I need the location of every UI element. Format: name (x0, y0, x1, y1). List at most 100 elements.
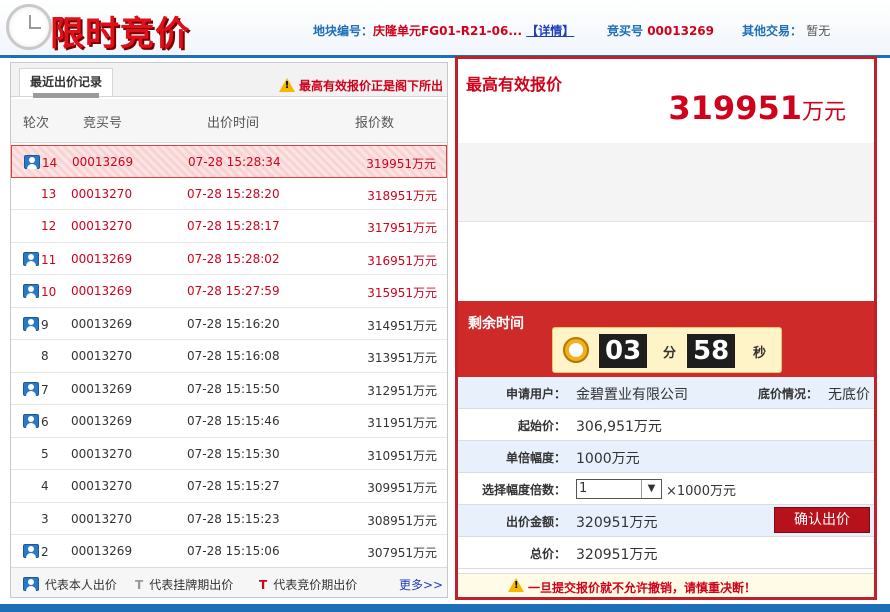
round-cell: 11 (23, 251, 56, 267)
submit-warning: ! 一旦提交报价就不允许撤销，请慎重决断！ (458, 573, 874, 597)
table-row[interactable]: 3 00013270 07-28 15:15:23 308951万元 (11, 503, 447, 535)
tab-bar: 最近出价记录 ! 最高有效报价正是阁下所出 (11, 63, 447, 98)
start-price-value: 306,951万元 (576, 419, 662, 435)
applicant-row: 申请用户： 金碧置业有限公司 底价情况： 无底价 (458, 377, 874, 409)
amount-row: 出价金额： 320951万元 确认出价 (458, 505, 874, 537)
bidder-cell: 00013270 (71, 186, 133, 201)
price-cell: 310951万元 (367, 448, 437, 463)
round-cell: 13 (41, 186, 57, 201)
chevron-down-icon[interactable]: ▼ (641, 480, 661, 498)
price-cell: 313951万元 (367, 351, 437, 365)
bid-table-body: 14 00013269 07-28 15:28:34 319951万元 13 0… (11, 145, 447, 568)
table-row[interactable]: 14 00013269 07-28 15:28:34 319951万元 (11, 145, 447, 178)
col-time: 出价时间 (207, 116, 260, 131)
bidder-cell: 00013269 (71, 544, 133, 558)
blank-area (458, 143, 874, 221)
start-price-label: 起始价： (517, 419, 566, 433)
table-row[interactable]: 4 00013270 07-28 15:15:27 309951万元 (11, 470, 447, 503)
price-cell: 311951万元 (367, 416, 437, 430)
bidder-cell: 00013269 (71, 316, 133, 331)
time-cell: 07-28 15:27:59 (187, 284, 280, 298)
col-round: 轮次 (23, 116, 50, 131)
round-cell: 6 (23, 414, 49, 429)
round-cell: 4 (41, 479, 49, 493)
total-label: 总价： (529, 547, 566, 561)
price-cell: 319951万元 (366, 157, 436, 171)
table-row[interactable]: 6 00013269 07-28 15:15:46 311951万元 (11, 405, 447, 438)
table-row[interactable]: 8 00013270 07-28 15:16:08 313951万元 (11, 340, 447, 373)
bidder-cell: 00013270 (71, 219, 133, 233)
highest-bid-label: 最高有效报价 (466, 75, 563, 94)
table-row[interactable]: 5 00013270 07-28 15:15:30 310951万元 (11, 438, 447, 470)
table-row[interactable]: 12 00013270 07-28 15:28:17 317951万元 (11, 210, 447, 243)
remaining-time-label: 剩余时间 (468, 316, 524, 332)
minutes-display: 03 (599, 334, 648, 368)
time-cell: 07-28 15:28:17 (187, 219, 280, 233)
highest-bid-value: 319951万元 (668, 89, 846, 127)
highest-bid-notice-text: 最高有效报价正是阁下所出 (298, 79, 443, 93)
bidder-value: 00013269 (647, 24, 714, 38)
confirm-bid-button[interactable]: 确认出价 (774, 507, 870, 533)
price-cell: 308951万元 (367, 513, 437, 528)
table-row[interactable]: 2 00013269 07-28 15:15:06 307951万元 (11, 535, 447, 568)
time-cell: 07-28 15:16:08 (187, 349, 280, 363)
step-label: 单倍幅度： (505, 451, 566, 465)
auction-t-icon: T (259, 578, 268, 592)
time-cell: 07-28 15:28:02 (187, 251, 280, 266)
clock-icon (6, 4, 52, 50)
step-value: 1000万元 (576, 451, 640, 467)
more-link[interactable]: 更多>> (399, 576, 443, 593)
round-cell: 9 (23, 316, 49, 332)
time-cell: 07-28 15:16:20 (187, 316, 280, 331)
bidder-cell: 00013270 (71, 446, 133, 461)
other-value: 暂无 (806, 24, 831, 38)
tab-recent-bids[interactable]: 最近出价记录 (19, 68, 114, 96)
time-cell: 07-28 15:15:50 (187, 381, 280, 396)
price-cell: 318951万元 (367, 188, 437, 203)
table-row[interactable]: 13 00013270 07-28 15:28:20 318951万元 (11, 178, 447, 210)
time-cell: 07-28 15:15:27 (187, 479, 280, 493)
price-cell: 309951万元 (367, 481, 437, 495)
table-row[interactable]: 9 00013269 07-28 15:16:20 314951万元 (11, 308, 447, 340)
round-cell: 3 (41, 511, 49, 526)
header-bar: 限时竞价 地块编号：庆隆单元FG01-R21-06... 【详情】 竞买号 00… (0, 0, 890, 58)
tab-underline (33, 93, 99, 98)
detail-link[interactable]: 【详情】 (526, 24, 574, 38)
plot-info: 地块编号：庆隆单元FG01-R21-06... 【详情】 (313, 22, 574, 39)
table-row[interactable]: 10 00013269 07-28 15:27:59 315951万元 (11, 275, 447, 308)
minutes-unit: 分 (663, 346, 677, 361)
time-cell: 07-28 15:15:06 (187, 544, 280, 558)
total-value: 320951万元 (576, 547, 658, 563)
bid-panel: 最高有效报价 319951万元 剩余时间 03 分 58 秒 申请用户： 金碧置… (455, 56, 877, 600)
self-bid-icon (23, 251, 39, 266)
price-cell: 312951万元 (367, 383, 437, 398)
table-row[interactable]: 11 00013269 07-28 15:28:02 316951万元 (11, 243, 447, 275)
self-bid-icon (24, 155, 40, 169)
applicant-label: 申请用户： (505, 387, 566, 401)
step-row: 单倍幅度： 1000万元 (458, 441, 874, 473)
round-cell: 14 (24, 155, 57, 170)
submit-warning-text: 一旦提交报价就不允许撤销，请慎重决断！ (528, 581, 757, 595)
highest-bid-notice: ! 最高有效报价正是阁下所出 (278, 77, 443, 94)
round-cell: 10 (23, 284, 56, 299)
table-row[interactable]: 7 00013269 07-28 15:15:50 312951万元 (11, 373, 447, 405)
page-title: 限时竞价 (50, 14, 190, 54)
col-price: 报价数 (355, 116, 395, 131)
plot-value: 庆隆单元FG01-R21-06... (373, 24, 523, 38)
self-bid-icon (23, 381, 39, 396)
listing-t-icon: T (135, 578, 144, 592)
countdown-box: 03 分 58 秒 (552, 327, 782, 373)
time-cell: 07-28 15:28:20 (187, 186, 280, 201)
other-label: 其他交易： (742, 24, 803, 38)
multiple-select[interactable]: 1 ▼ (576, 479, 662, 499)
round-cell: 5 (41, 446, 49, 461)
bidder-cell: 00013269 (71, 414, 133, 428)
bidder-cell: 00013269 (71, 381, 133, 396)
total-row: 总价： 320951万元 (458, 537, 874, 569)
round-cell: 12 (41, 219, 57, 233)
bid-history-panel: 最近出价记录 ! 最高有效报价正是阁下所出 轮次 竞买号 出价时间 报价数 14… (10, 62, 448, 598)
multiple-suffix: ×1000万元 (666, 484, 736, 499)
bidder-label: 竞买号 (607, 24, 644, 38)
round-cell: 7 (23, 381, 49, 397)
self-bid-icon (23, 544, 39, 558)
